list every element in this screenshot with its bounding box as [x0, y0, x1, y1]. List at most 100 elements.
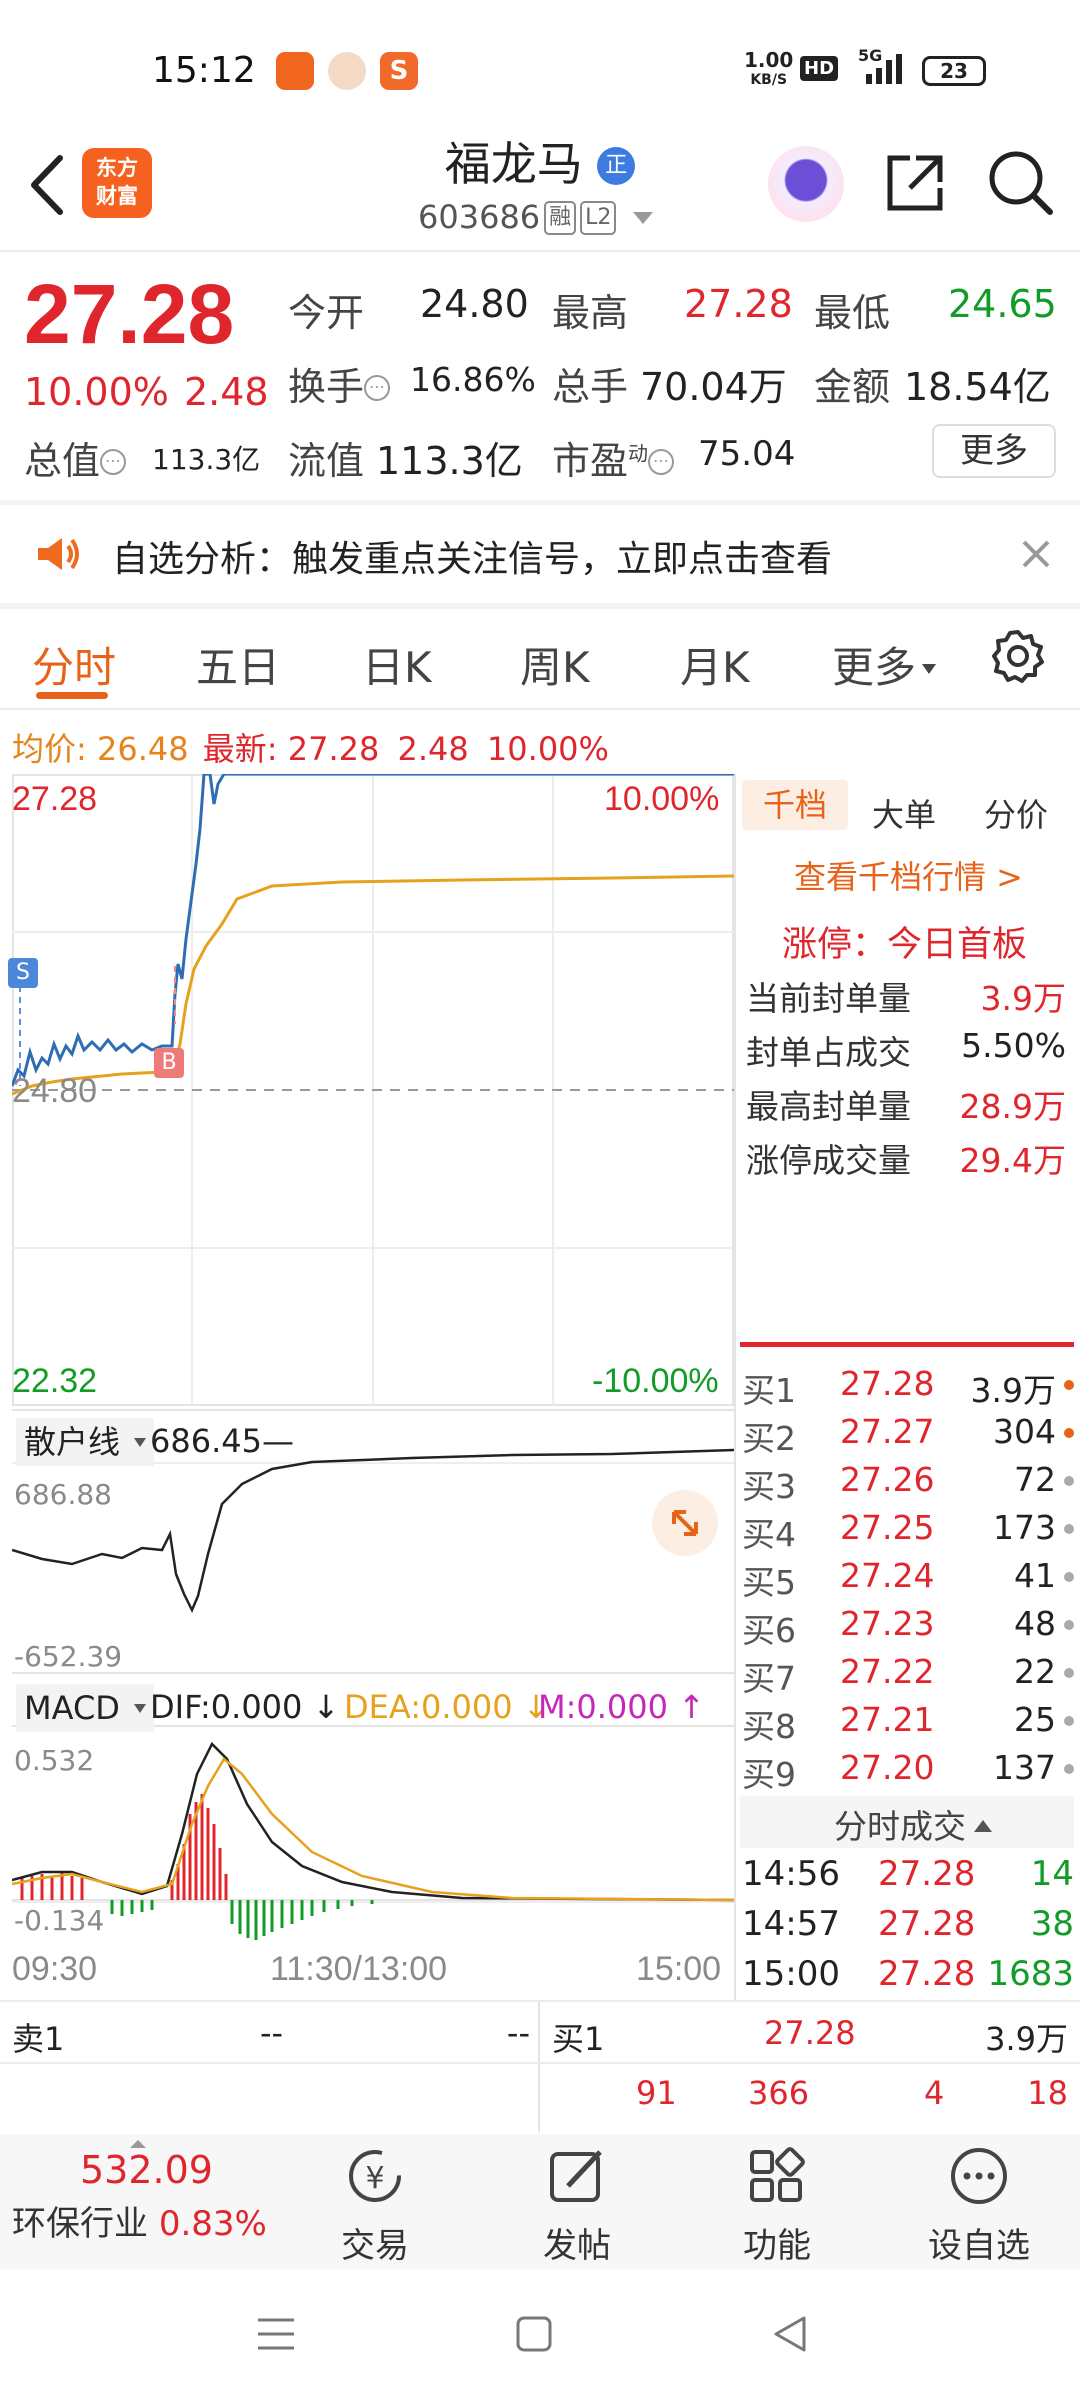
edit-icon — [550, 2150, 602, 2202]
order-book-row[interactable]: 买4 27.25 173 — [742, 1508, 1074, 1556]
add-watchlist-button[interactable]: 设自选 — [904, 2134, 1054, 2267]
more-button[interactable]: 更多 — [932, 424, 1056, 478]
amount-label: 金额 — [814, 365, 891, 409]
amount-value: 18.54亿 — [904, 365, 1051, 409]
open-value: 24.80 — [420, 282, 529, 326]
macd-dif: DIF:0.000 ↓ — [150, 1688, 340, 1726]
retail-value: 686.45— — [150, 1422, 294, 1460]
functions-button[interactable]: 功能 — [702, 2134, 852, 2267]
expand-button[interactable] — [652, 1490, 718, 1556]
avg-price: 26.48 — [96, 730, 189, 768]
tab-more[interactable]: 更多 — [832, 634, 937, 695]
close-button[interactable] — [1016, 534, 1056, 574]
tab-monthly-k[interactable]: 月K — [680, 634, 750, 695]
more-circle-icon — [951, 2148, 1007, 2204]
level2-tag: L2 — [580, 201, 617, 235]
home-square-icon — [516, 2316, 552, 2352]
post-button[interactable]: 发帖 — [502, 2134, 652, 2267]
turnover-label: 换手 ⋯ — [288, 356, 391, 411]
pe-value: 75.04 — [698, 434, 796, 474]
mktcap-value: 113.3亿 — [152, 443, 261, 476]
sogou-notification-icon: S — [380, 52, 418, 90]
mktcap-label: 总值 ⋯ — [24, 430, 127, 485]
intraday-chart-svg — [12, 774, 734, 1940]
time-end: 15:00 — [636, 1950, 722, 1988]
order-book-row[interactable]: 买5 27.24 41 — [742, 1556, 1074, 1604]
robot-assistant-icon[interactable] — [768, 146, 844, 222]
trade-row: 14:56 27.28 14 — [742, 1854, 1074, 1894]
stock-code[interactable]: 603686 融 L2 — [418, 198, 653, 236]
battery-icon: 23 — [922, 56, 986, 86]
trade-button[interactable]: ¥ 交易 — [300, 2134, 450, 2267]
macd-selector[interactable]: MACD — [16, 1684, 155, 1732]
back-nav-button[interactable] — [770, 2314, 810, 2358]
info-line: 均价: 26.48 最新: 27.28 2.48 10.00% — [12, 730, 609, 768]
turnover-value: 16.86% — [410, 360, 536, 399]
share-button[interactable] — [882, 150, 948, 216]
tab-five-day[interactable]: 五日 — [196, 634, 280, 695]
speaker-icon — [34, 534, 82, 578]
low-label: 最低 — [814, 291, 891, 335]
info-icon[interactable]: ⋯ — [364, 375, 391, 401]
retail-max: 686.88 — [14, 1478, 112, 1511]
sell1-row: 卖1 -- -- — [12, 2014, 530, 2058]
tab-intraday[interactable]: 分时 — [32, 634, 116, 695]
sell-marker[interactable]: S — [8, 958, 38, 988]
settings-button[interactable] — [990, 628, 1046, 684]
view-thousand-link[interactable]: 查看千档行情 > — [794, 852, 1023, 898]
pct-axis-bottom: -10.00% — [592, 1362, 719, 1400]
verified-badge-icon: 正 — [597, 147, 636, 185]
y-axis-top: 27.28 — [12, 780, 98, 818]
pe-label: 市盈动 ⋯ — [552, 430, 675, 485]
order-book-row[interactable]: 买7 27.22 22 — [742, 1652, 1074, 1700]
tab-underline — [36, 692, 108, 699]
search-button[interactable] — [986, 148, 1056, 218]
trade-row: 14:57 27.28 38 — [742, 1904, 1074, 1944]
tab-big-orders[interactable]: 大单 — [872, 790, 936, 836]
macd-m: M:0.000 ↑ — [538, 1688, 705, 1726]
trades-title[interactable]: 分时成交 — [834, 1800, 992, 1848]
y-axis-mid: 24.80 — [12, 1072, 98, 1110]
industry-index[interactable]: 532.09 环保行业 0.83% — [12, 2140, 282, 2245]
buy-marker[interactable]: B — [154, 1048, 184, 1078]
hd-icon: HD — [800, 56, 839, 81]
tab-price-dist[interactable]: 分价 — [984, 790, 1048, 836]
menu-nav-button[interactable] — [254, 2314, 298, 2358]
alert-text[interactable]: 自选分析：触发重点关注信号，立即点击查看 — [112, 530, 832, 582]
current-price: 27.28 — [24, 267, 235, 361]
dropdown-arrow-icon — [134, 1704, 147, 1713]
tab-thousand-level[interactable]: 千档 — [742, 780, 848, 830]
status-time: 15:12 — [152, 50, 256, 91]
volume-value: 70.04万 — [640, 365, 787, 409]
buy1-row: 买1 27.28 3.9万 — [552, 2014, 1068, 2058]
info-icon[interactable]: ⋯ — [648, 449, 675, 475]
dropdown-arrow-icon — [922, 664, 937, 674]
change-amt: 2.48 — [184, 370, 269, 414]
menu-icon — [258, 2318, 294, 2350]
tab-daily-k[interactable]: 日K — [362, 634, 432, 695]
y-axis-bottom: 22.32 — [12, 1362, 98, 1400]
svg-text:¥: ¥ — [365, 2161, 384, 2196]
retail-selector[interactable]: 散户线 — [16, 1418, 155, 1466]
tab-weekly-k[interactable]: 周K — [520, 634, 590, 695]
retail-min: -652.39 — [14, 1640, 123, 1673]
open-label: 今开 — [288, 291, 365, 335]
trade-row: 15:00 27.28 1683 — [742, 1954, 1074, 1994]
info-icon[interactable]: ⋯ — [100, 449, 127, 475]
volume-label: 总手 — [552, 365, 629, 409]
search-icon — [989, 151, 1053, 215]
order-book-row[interactable]: 买1 27.28 3.9万 — [742, 1364, 1074, 1412]
latest-price: 27.28 — [287, 730, 380, 768]
time-mid: 11:30/13:00 — [270, 1950, 448, 1988]
float-label: 流值 — [288, 439, 365, 483]
order-book-row[interactable]: 买6 27.23 48 — [742, 1604, 1074, 1652]
app-notification-icon — [276, 52, 314, 90]
home-nav-button[interactable] — [514, 2314, 554, 2358]
order-book-row[interactable]: 买3 27.26 72 — [742, 1460, 1074, 1508]
order-book-row[interactable]: 买2 27.27 304 — [742, 1412, 1074, 1460]
grid-icon — [750, 2147, 805, 2202]
macd-dea: DEA:0.000 ↓ — [344, 1688, 550, 1726]
limit-stat-row: 封单占成交 5.50% — [746, 1026, 1066, 1072]
order-book-row[interactable]: 买8 27.21 25 — [742, 1700, 1074, 1748]
order-book-row[interactable]: 买9 27.20 137 — [742, 1748, 1074, 1796]
